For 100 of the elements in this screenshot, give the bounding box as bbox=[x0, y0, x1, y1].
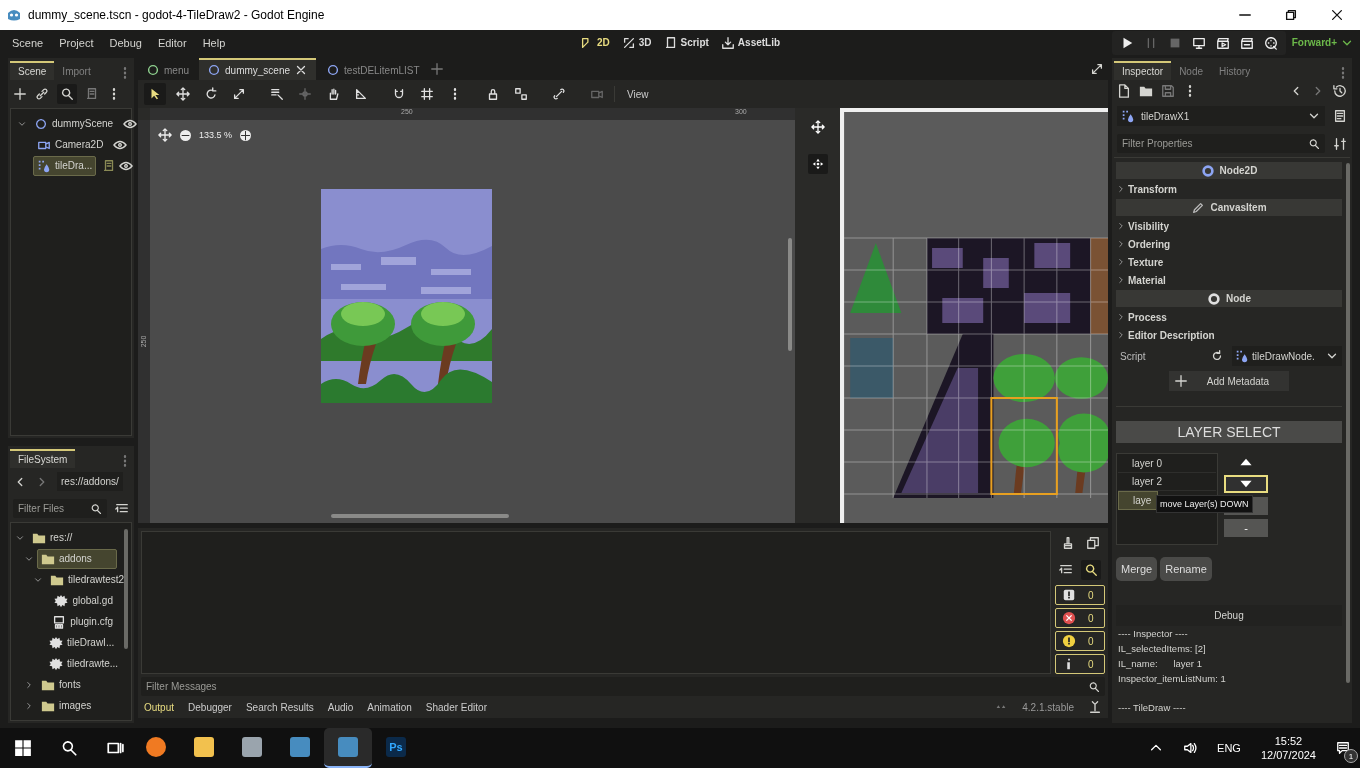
property-group[interactable]: Visibility bbox=[1116, 217, 1342, 235]
dock-tab[interactable]: Inspector bbox=[1114, 61, 1172, 80]
window-title: dummy_scene.tscn - godot-4-TileDraw2 - Godot Engine bbox=[28, 8, 325, 22]
node-name: tileDra... bbox=[55, 160, 93, 171]
top-bar-entry[interactable]: Debug bbox=[109, 36, 142, 49]
file-item[interactable]: tiledrawtest2 bbox=[46, 569, 129, 590]
category-title: CanvasItem bbox=[1210, 202, 1267, 213]
property-group[interactable]: Texture bbox=[1116, 253, 1342, 271]
group-title: Ordering bbox=[1128, 238, 1171, 250]
property-label: Script bbox=[1120, 350, 1147, 362]
group-title: Process bbox=[1128, 311, 1167, 323]
workspace-tab[interactable]: AssetLib bbox=[720, 35, 781, 50]
filter-toggle[interactable]: 0 bbox=[1055, 631, 1105, 651]
notification-badge: 1 bbox=[1344, 749, 1358, 763]
section-title: LAYER SELECT bbox=[1116, 421, 1342, 443]
dock-tab[interactable]: Scene bbox=[10, 61, 55, 80]
layer-item[interactable]: laye bbox=[1118, 491, 1158, 510]
file-item[interactable]: fonts bbox=[37, 674, 117, 695]
document-tab[interactable]: menu bbox=[138, 58, 197, 80]
file-name: plugin.cfg bbox=[70, 616, 113, 627]
file-item[interactable]: tileDrawI... bbox=[45, 632, 119, 653]
category-title: Node2D bbox=[1219, 165, 1258, 176]
panel-tab[interactable]: Audio bbox=[327, 701, 354, 713]
node-name: Camera2D bbox=[55, 139, 104, 150]
workspace-tab[interactable]: Script bbox=[663, 35, 709, 50]
version-label: 4.2.1.stable bbox=[1022, 701, 1074, 713]
group-title: Texture bbox=[1128, 256, 1164, 268]
file-name: addons bbox=[59, 553, 92, 564]
file-item[interactable]: tiledrawte... bbox=[45, 653, 123, 674]
top-bar-entry[interactable]: Editor bbox=[157, 36, 187, 49]
top-bar-entry[interactable]: Scene bbox=[12, 36, 44, 49]
property-group[interactable]: Transform bbox=[1116, 180, 1342, 198]
debug-line: IL_selectedItems: [2] bbox=[1117, 642, 1207, 656]
clock[interactable]: 15:52 12/07/2024 bbox=[1260, 735, 1316, 761]
add-metadata-button[interactable]: Add Metadata bbox=[1169, 371, 1289, 391]
filter-toggle[interactable]: 0 bbox=[1055, 585, 1105, 605]
filter-toggle[interactable]: 0 bbox=[1055, 608, 1105, 628]
group-title: Material bbox=[1128, 274, 1166, 286]
top-bar-entry[interactable]: Project bbox=[59, 36, 94, 49]
group-title: Transform bbox=[1128, 183, 1177, 195]
workspace-tab[interactable]: 3D bbox=[621, 35, 652, 50]
tooltip: move Layer(s) DOWN bbox=[1156, 495, 1253, 513]
top-bar-entry[interactable]: Help bbox=[202, 36, 226, 49]
debug-line: ---- Inspector ---- bbox=[1117, 627, 1189, 641]
file-item[interactable]: global.gd bbox=[50, 590, 117, 611]
view-menu[interactable]: View bbox=[627, 88, 649, 100]
debug-line: ---- TileDraw ---- bbox=[1117, 701, 1187, 715]
filter-toggle[interactable]: 0 bbox=[1055, 654, 1105, 674]
panel-tab[interactable]: Shader Editor bbox=[425, 701, 487, 713]
node-name: dummyScene bbox=[52, 118, 114, 129]
category-title: Node bbox=[1226, 293, 1251, 304]
file-name: tiledrawte... bbox=[67, 658, 119, 669]
renderer-dropdown[interactable]: Forward+ bbox=[1291, 35, 1354, 50]
panel-tab[interactable]: Debugger bbox=[188, 701, 232, 713]
dock-tab[interactable]: Import bbox=[54, 61, 99, 80]
layer-button[interactable]: - bbox=[1224, 519, 1268, 537]
panel-tab[interactable]: Animation bbox=[367, 701, 412, 713]
filter-field[interactable]: Filter Files bbox=[13, 499, 107, 518]
file-name: fonts bbox=[59, 679, 81, 690]
file-item[interactable]: res:// bbox=[28, 527, 117, 548]
path-field[interactable]: res://addons/ bbox=[57, 472, 123, 491]
panel-tab[interactable]: Search Results bbox=[245, 701, 314, 713]
tree-item[interactable]: Camera2D bbox=[33, 134, 108, 155]
taskbar-app[interactable]: Ps bbox=[372, 728, 420, 768]
layer-item[interactable]: layer 0 bbox=[1118, 455, 1216, 473]
filter-field[interactable]: Filter Properties bbox=[1117, 134, 1325, 153]
group-title: Editor Description bbox=[1128, 329, 1215, 341]
file-name: res:// bbox=[50, 532, 73, 543]
debug-line: Inspector_itemListNum: 1 bbox=[1117, 672, 1227, 686]
dock-tab[interactable]: History bbox=[1211, 61, 1259, 80]
file-name: global.gd bbox=[72, 595, 113, 606]
document-tab[interactable]: dummy_scene bbox=[199, 58, 317, 80]
action-button[interactable]: Merge bbox=[1116, 557, 1158, 581]
ps-logo: Ps bbox=[386, 737, 406, 757]
tree-item[interactable]: dummyScene bbox=[30, 113, 118, 134]
language-indicator[interactable]: ENG bbox=[1217, 742, 1241, 754]
property-group[interactable]: Process bbox=[1116, 308, 1342, 326]
property-group[interactable]: Material bbox=[1116, 271, 1342, 289]
section-title: Debug bbox=[1116, 605, 1342, 626]
file-name: tileDrawI... bbox=[67, 637, 115, 648]
tree-item[interactable]: tileDra... bbox=[33, 155, 97, 176]
script-dropdown[interactable]: tileDrawNode. bbox=[1232, 346, 1342, 366]
file-name: tiledrawtest2 bbox=[68, 574, 125, 585]
dock-tab[interactable]: Node bbox=[1171, 61, 1212, 80]
file-item[interactable]: plugin.cfg bbox=[48, 611, 117, 632]
document-tab[interactable]: testDELitemLIST bbox=[318, 58, 428, 80]
file-name: images bbox=[59, 700, 92, 711]
file-item[interactable]: images bbox=[37, 695, 117, 716]
panel-tab[interactable]: Output bbox=[144, 701, 175, 713]
debug-line: IL_name: layer 1 bbox=[1117, 657, 1203, 671]
file-item[interactable]: addons bbox=[37, 548, 117, 569]
group-title: Visibility bbox=[1128, 220, 1169, 232]
property-group[interactable]: Editor Description bbox=[1116, 326, 1342, 344]
filter-field[interactable]: Filter Messages bbox=[141, 677, 1105, 696]
object-selector[interactable]: tileDrawX1 bbox=[1117, 106, 1325, 126]
action-button[interactable]: Rename bbox=[1160, 557, 1212, 581]
property-group[interactable]: Ordering bbox=[1116, 235, 1342, 253]
dock-tab[interactable]: FileSystem bbox=[10, 449, 76, 468]
workspace-tab[interactable]: 2D bbox=[579, 35, 610, 50]
zoom-level[interactable]: 133.5 % bbox=[199, 130, 233, 140]
